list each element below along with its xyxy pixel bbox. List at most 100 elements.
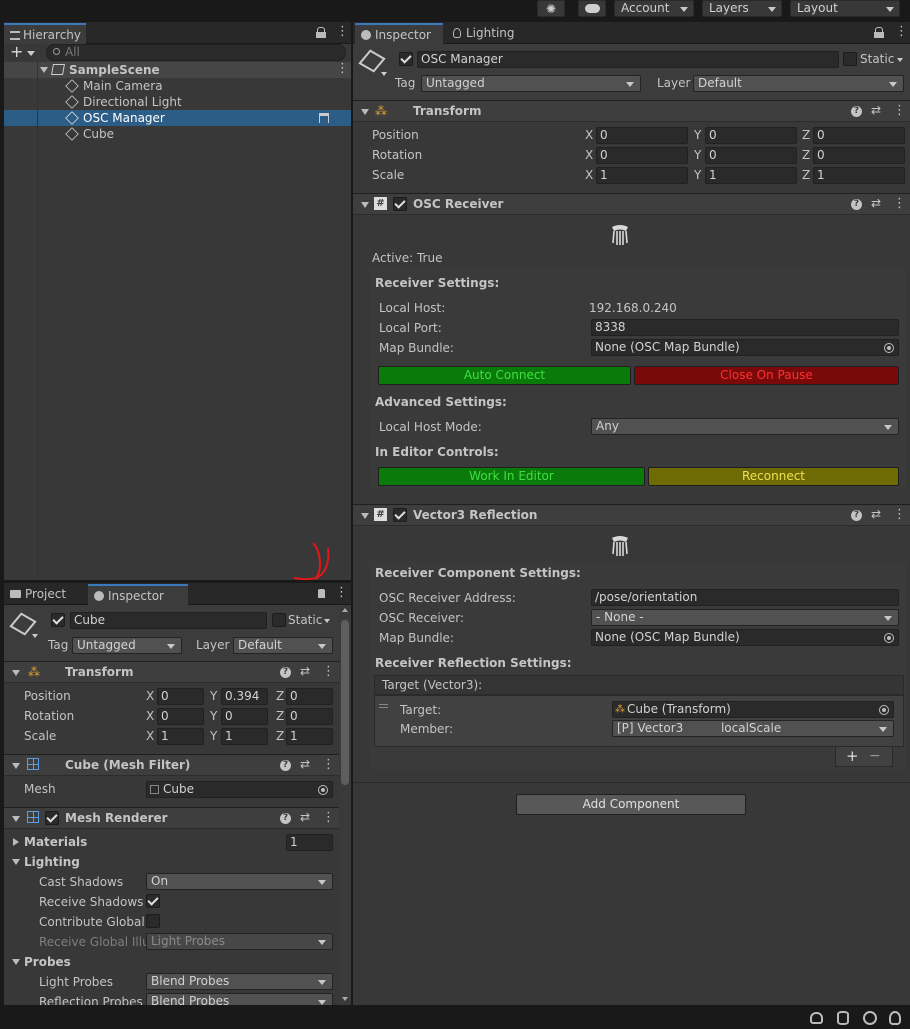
help-icon[interactable]: ?	[851, 106, 862, 117]
list-item[interactable]: Directional Light	[4, 94, 351, 110]
help-icon[interactable]: ?	[851, 510, 862, 521]
scale-x-field[interactable]: 1	[157, 728, 204, 745]
chevron-down-icon[interactable]	[381, 72, 387, 76]
component-menu-icon[interactable]	[893, 103, 906, 118]
object-picker-icon[interactable]	[318, 785, 328, 795]
tab-hierarchy[interactable]: Hierarchy	[4, 23, 86, 44]
static-checkbox[interactable]	[272, 613, 286, 627]
work-in-editor-button[interactable]: Work In Editor	[378, 467, 645, 486]
component-menu-icon[interactable]	[322, 757, 335, 772]
add-element-button[interactable]: +	[846, 748, 859, 764]
fold-arrow-icon[interactable]	[13, 838, 19, 846]
reflection-probes-dropdown[interactable]: Blend Probes	[146, 993, 333, 1005]
local-port-field[interactable]: 8338	[591, 319, 899, 336]
add-component-button[interactable]: Add Component	[516, 794, 746, 815]
receive-shadows-checkbox[interactable]	[146, 894, 160, 908]
preset-icon[interactable]: ⇄	[300, 758, 312, 770]
preset-icon[interactable]: ⇄	[300, 665, 312, 677]
hierarchy-search-input[interactable]: All	[46, 44, 346, 61]
tag-dropdown[interactable]: Untagged	[421, 75, 641, 92]
fold-arrow-icon[interactable]	[361, 513, 369, 519]
object-picker-icon[interactable]	[879, 705, 889, 715]
fold-arrow-icon[interactable]	[12, 670, 20, 676]
fold-arrow-icon[interactable]	[12, 763, 20, 769]
map-bundle-field[interactable]: None (OSC Map Bundle)	[591, 339, 899, 356]
hierarchy-menu-icon[interactable]	[336, 24, 349, 39]
scale-y-field[interactable]: 1	[221, 728, 268, 745]
mesh-filter-header[interactable]: Cube (Mesh Filter) ? ⇄	[4, 754, 339, 776]
tab-project[interactable]: Project	[4, 584, 84, 605]
chevron-down-icon[interactable]	[324, 619, 330, 623]
layer-dropdown[interactable]: Default	[693, 75, 904, 92]
address-field[interactable]: /pose/orientation	[591, 589, 899, 606]
fold-arrow-icon[interactable]	[361, 109, 369, 115]
transform-header[interactable]: ⁂ Transform ? ⇄	[353, 100, 910, 122]
database-icon[interactable]	[837, 1011, 849, 1025]
scale-z-field[interactable]: 1	[286, 728, 333, 745]
osc-receiver-dropdown[interactable]: - None -	[591, 609, 899, 626]
vector3-reflection-enabled-checkbox[interactable]	[393, 508, 407, 522]
list-item[interactable]: Cube	[4, 126, 351, 142]
fold-arrow-icon[interactable]	[40, 67, 48, 73]
list-item[interactable]: Main Camera	[4, 78, 351, 94]
bottom-menu-icon[interactable]	[335, 585, 348, 600]
drag-handle-icon[interactable]	[379, 704, 388, 708]
mesh-renderer-enabled-checkbox[interactable]	[45, 811, 59, 825]
lightbulb-off-icon[interactable]	[889, 1011, 901, 1025]
active-checkbox[interactable]	[399, 52, 413, 66]
object-name-field[interactable]: OSC Manager	[417, 51, 839, 68]
object-picker-icon[interactable]	[884, 343, 894, 353]
contribute-gi-checkbox[interactable]	[146, 914, 160, 928]
rotation-y-field[interactable]: 0	[705, 147, 797, 164]
scene-menu-icon[interactable]	[336, 61, 349, 76]
object-name-field[interactable]: Cube	[70, 612, 267, 629]
rotation-y-field[interactable]: 0	[221, 708, 268, 725]
rotation-z-field[interactable]: 0	[286, 708, 333, 725]
fold-arrow-icon[interactable]	[12, 859, 20, 865]
position-y-field[interactable]: 0	[705, 127, 797, 144]
osc-receiver-header[interactable]: # OSC Receiver ? ⇄	[353, 193, 910, 215]
static-checkbox[interactable]	[843, 52, 857, 66]
component-menu-icon[interactable]	[893, 507, 906, 522]
scroll-thumb[interactable]	[341, 620, 349, 785]
rotation-x-field[interactable]: 0	[157, 708, 204, 725]
tab-inspector[interactable]: Inspector	[355, 23, 443, 44]
tab-lighting[interactable]: Lighting	[447, 23, 527, 44]
cloud-button[interactable]	[578, 0, 606, 17]
chevron-down-icon[interactable]	[27, 51, 35, 56]
position-z-field[interactable]: 0	[813, 127, 905, 144]
account-dropdown[interactable]: Account	[614, 0, 694, 17]
inspector-menu-icon[interactable]	[895, 24, 908, 39]
list-item-selected[interactable]: OSC Manager	[4, 110, 351, 126]
target-field[interactable]: ⁂ Cube (Transform)	[612, 701, 894, 718]
fold-arrow-icon[interactable]	[12, 816, 20, 822]
position-x-field[interactable]: 0	[157, 688, 204, 705]
help-icon[interactable]: ?	[280, 760, 291, 771]
component-menu-icon[interactable]	[322, 810, 335, 825]
position-z-field[interactable]: 0	[286, 688, 333, 705]
scale-y-field[interactable]: 1	[705, 167, 797, 184]
help-icon[interactable]: ?	[280, 667, 291, 678]
layout-dropdown[interactable]: Layout	[790, 0, 900, 17]
fold-arrow-icon[interactable]	[361, 202, 369, 208]
scale-x-field[interactable]: 1	[596, 167, 688, 184]
services-button[interactable]: ✺	[537, 0, 565, 17]
scale-z-field[interactable]: 1	[813, 167, 905, 184]
vector3-reflection-header[interactable]: # Vector3 Reflection ? ⇄	[353, 504, 910, 526]
scene-row[interactable]: SampleScene	[4, 61, 351, 78]
cast-shadows-dropdown[interactable]: On	[146, 873, 333, 890]
light-probes-dropdown[interactable]: Blend Probes	[146, 973, 333, 990]
tag-dropdown[interactable]: Untagged	[72, 637, 182, 654]
mesh-renderer-header[interactable]: Mesh Renderer ? ⇄	[4, 807, 339, 829]
scrollbar[interactable]	[339, 605, 351, 1005]
component-menu-icon[interactable]	[893, 196, 906, 211]
progress-off-icon[interactable]	[863, 1011, 877, 1025]
preset-icon[interactable]: ⇄	[871, 508, 883, 520]
help-icon[interactable]: ?	[851, 199, 862, 210]
position-y-field[interactable]: 0.394	[221, 688, 268, 705]
help-icon[interactable]: ?	[280, 813, 291, 824]
local-host-mode-dropdown[interactable]: Any	[591, 418, 899, 435]
chevron-down-icon[interactable]	[32, 634, 38, 638]
fold-arrow-icon[interactable]	[12, 959, 20, 965]
layer-dropdown[interactable]: Default	[233, 637, 333, 654]
